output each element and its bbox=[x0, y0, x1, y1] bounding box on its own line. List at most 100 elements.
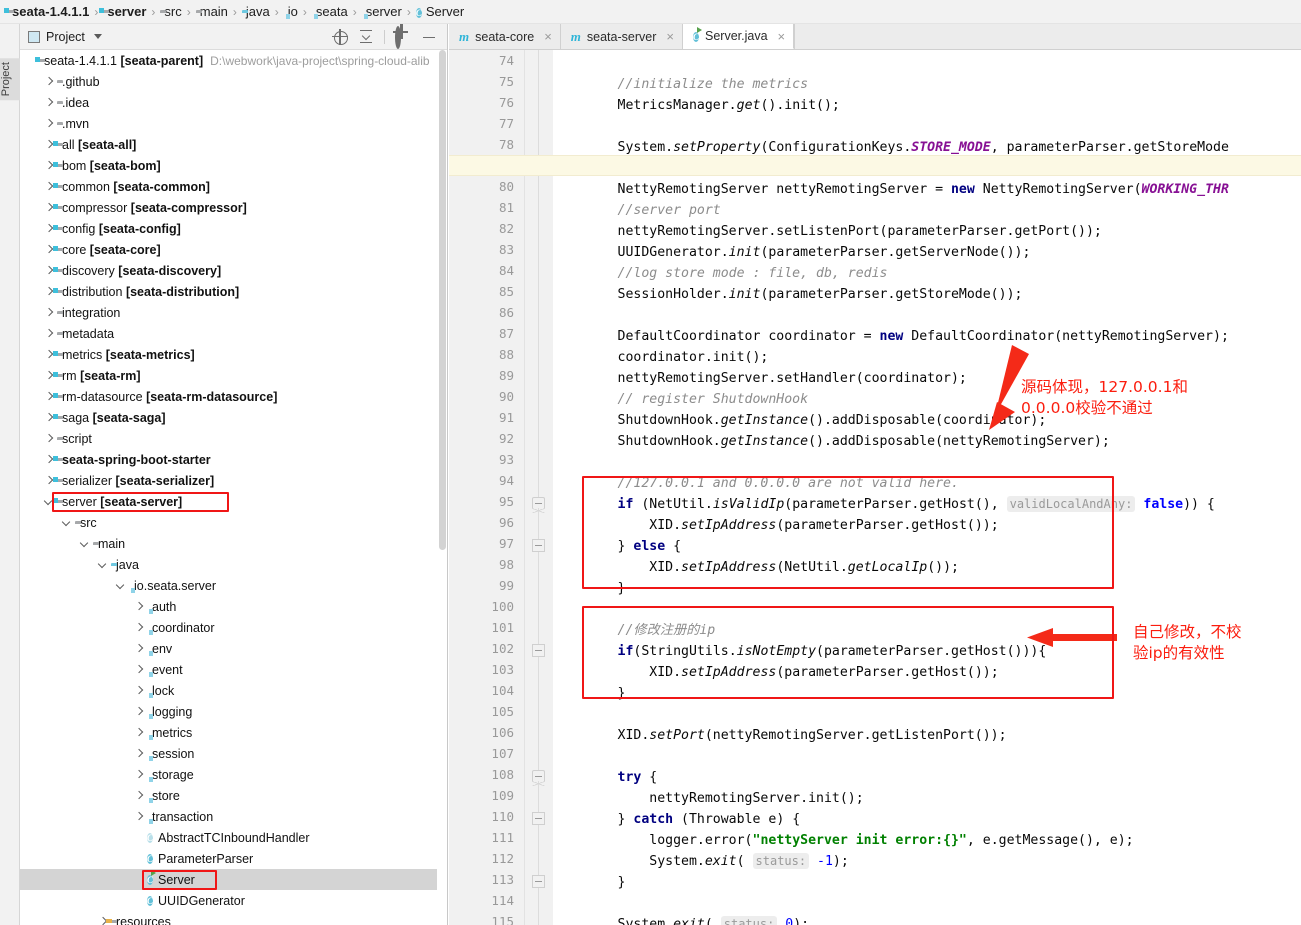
tree-node[interactable]: .mvn bbox=[20, 113, 447, 134]
breadcrumb-item-io[interactable]: io bbox=[282, 4, 300, 19]
chevron-right-icon[interactable] bbox=[44, 307, 55, 318]
chevron-right-icon[interactable] bbox=[134, 790, 145, 801]
tree-node[interactable]: all [seata-all] bbox=[20, 134, 447, 155]
editor-tab-seata-core[interactable]: m seata-core × bbox=[449, 24, 561, 49]
minimize-icon[interactable] bbox=[421, 29, 437, 45]
breadcrumb-item-server[interactable]: server bbox=[101, 4, 148, 19]
project-tree[interactable]: seata-1.4.1.1 [seata-parent] D:\webwork\j… bbox=[20, 50, 447, 925]
tree-node[interactable]: saga [seata-saga] bbox=[20, 407, 447, 428]
tree-node[interactable]: lock bbox=[20, 680, 447, 701]
fold-marker[interactable] bbox=[532, 497, 545, 513]
tree-node[interactable]: script bbox=[20, 428, 447, 449]
tree-node[interactable]: distribution [seata-distribution] bbox=[20, 281, 447, 302]
tree-node[interactable]: seata-1.4.1.1 [seata-parent] D:\webwork\j… bbox=[20, 50, 447, 71]
tree-node[interactable]: src bbox=[20, 512, 447, 533]
breadcrumb-item-server[interactable]: server bbox=[360, 4, 404, 19]
collapse-all-icon[interactable] bbox=[358, 29, 374, 45]
tree-node[interactable]: resources bbox=[20, 911, 447, 925]
tree-node[interactable]: transaction bbox=[20, 806, 447, 827]
line-number: 107 bbox=[491, 746, 514, 761]
tree-node[interactable]: env bbox=[20, 638, 447, 659]
tool-window-tab-project[interactable]: Project bbox=[0, 58, 20, 101]
tree-node[interactable]: C ParameterParser bbox=[20, 848, 447, 869]
tree-node[interactable]: bom [seata-bom] bbox=[20, 155, 447, 176]
breadcrumb-item-java[interactable]: java bbox=[240, 4, 272, 19]
tree-node[interactable]: auth bbox=[20, 596, 447, 617]
chevron-right-icon[interactable] bbox=[134, 664, 145, 675]
tree-node[interactable]: rm-datasource [seata-rm-datasource] bbox=[20, 386, 447, 407]
tree-node[interactable]: serializer [seata-serializer] bbox=[20, 470, 447, 491]
tree-node[interactable]: seata-spring-boot-starter bbox=[20, 449, 447, 470]
locate-icon[interactable] bbox=[332, 28, 348, 45]
chevron-right-icon[interactable] bbox=[134, 706, 145, 717]
tree-node[interactable]: store bbox=[20, 785, 447, 806]
tree-node[interactable]: core [seata-core] bbox=[20, 239, 447, 260]
chevron-right-icon[interactable] bbox=[44, 433, 55, 444]
chevron-down-icon[interactable] bbox=[62, 517, 73, 528]
project-scrollbar-thumb[interactable] bbox=[439, 50, 446, 550]
tree-node[interactable]: metrics bbox=[20, 722, 447, 743]
code-folding-gutter[interactable] bbox=[525, 50, 553, 925]
chevron-right-icon[interactable] bbox=[134, 769, 145, 780]
chevron-down-icon[interactable] bbox=[93, 34, 102, 39]
chevron-down-icon[interactable] bbox=[98, 559, 109, 570]
tree-node[interactable]: coordinator bbox=[20, 617, 447, 638]
tree-node[interactable]: .github bbox=[20, 71, 447, 92]
breadcrumb-item-main[interactable]: main bbox=[194, 4, 230, 19]
tree-node[interactable]: storage bbox=[20, 764, 447, 785]
chevron-right-icon[interactable] bbox=[134, 601, 145, 612]
project-scrollbar[interactable] bbox=[437, 50, 447, 925]
tree-node[interactable]: metrics [seata-metrics] bbox=[20, 344, 447, 365]
tree-node[interactable]: C AbstractTCInboundHandler bbox=[20, 827, 447, 848]
chevron-down-icon[interactable] bbox=[80, 538, 91, 549]
tree-node[interactable]: common [seata-common] bbox=[20, 176, 447, 197]
tree-node[interactable]: logging bbox=[20, 701, 447, 722]
chevron-right-icon[interactable] bbox=[134, 685, 145, 696]
chevron-right-icon[interactable] bbox=[134, 811, 145, 822]
breadcrumb-item-src[interactable]: src bbox=[158, 4, 183, 19]
tree-node[interactable]: C UUIDGenerator bbox=[20, 890, 447, 911]
chevron-right-icon[interactable] bbox=[44, 118, 55, 129]
tree-node[interactable]: main bbox=[20, 533, 447, 554]
gear-icon[interactable] bbox=[395, 25, 411, 49]
chevron-right-icon[interactable] bbox=[134, 643, 145, 654]
tree-node[interactable]: server [seata-server] bbox=[20, 491, 447, 512]
breadcrumb-item-seata[interactable]: seata bbox=[310, 4, 350, 19]
chevron-right-icon[interactable] bbox=[44, 76, 55, 87]
tree-node[interactable]: io.seata.server bbox=[20, 575, 447, 596]
code-editor[interactable]: 7475767778798081828384858687888990919293… bbox=[449, 50, 1301, 925]
fold-marker[interactable] bbox=[532, 770, 545, 786]
code-content[interactable]: //initialize the metrics MetricsManager.… bbox=[449, 50, 1301, 925]
tree-node[interactable]: config [seata-config] bbox=[20, 218, 447, 239]
editor-tab-server-java[interactable]: C Server.java × bbox=[682, 24, 795, 49]
tree-node[interactable]: rm [seata-rm] bbox=[20, 365, 447, 386]
fold-marker[interactable] bbox=[532, 539, 545, 552]
close-icon[interactable]: × bbox=[544, 30, 552, 43]
breadcrumb-item-seata-1-4-1-1[interactable]: seata-1.4.1.1 bbox=[6, 4, 91, 19]
tree-node[interactable]: integration bbox=[20, 302, 447, 323]
tree-node[interactable]: .idea bbox=[20, 92, 447, 113]
fold-marker[interactable] bbox=[532, 812, 545, 825]
fold-marker[interactable] bbox=[532, 644, 545, 657]
tree-node[interactable]: metadata bbox=[20, 323, 447, 344]
breadcrumb-item-server[interactable]: C Server bbox=[414, 4, 466, 20]
tree-node[interactable]: session bbox=[20, 743, 447, 764]
tree-node[interactable]: compressor [seata-compressor] bbox=[20, 197, 447, 218]
chevron-right-icon[interactable] bbox=[44, 97, 55, 108]
fold-marker[interactable] bbox=[532, 875, 545, 888]
project-panel-title[interactable]: Project bbox=[28, 30, 102, 44]
chevron-right-icon[interactable] bbox=[134, 622, 145, 633]
chevron-right-icon[interactable] bbox=[134, 748, 145, 759]
editor-scrollbar[interactable] bbox=[1291, 50, 1301, 925]
chevron-down-icon[interactable] bbox=[116, 580, 127, 591]
tree-node[interactable]: discovery [seata-discovery] bbox=[20, 260, 447, 281]
chevron-right-icon[interactable] bbox=[44, 328, 55, 339]
tree-node[interactable]: java bbox=[20, 554, 447, 575]
editor-tab-seata-server[interactable]: m seata-server × bbox=[560, 24, 683, 49]
tree-node[interactable]: C Server bbox=[20, 869, 447, 890]
tree-node[interactable]: event bbox=[20, 659, 447, 680]
chevron-right-icon[interactable] bbox=[134, 727, 145, 738]
close-icon[interactable]: × bbox=[778, 30, 786, 43]
line-number: 84 bbox=[498, 263, 514, 278]
close-icon[interactable]: × bbox=[666, 30, 674, 43]
